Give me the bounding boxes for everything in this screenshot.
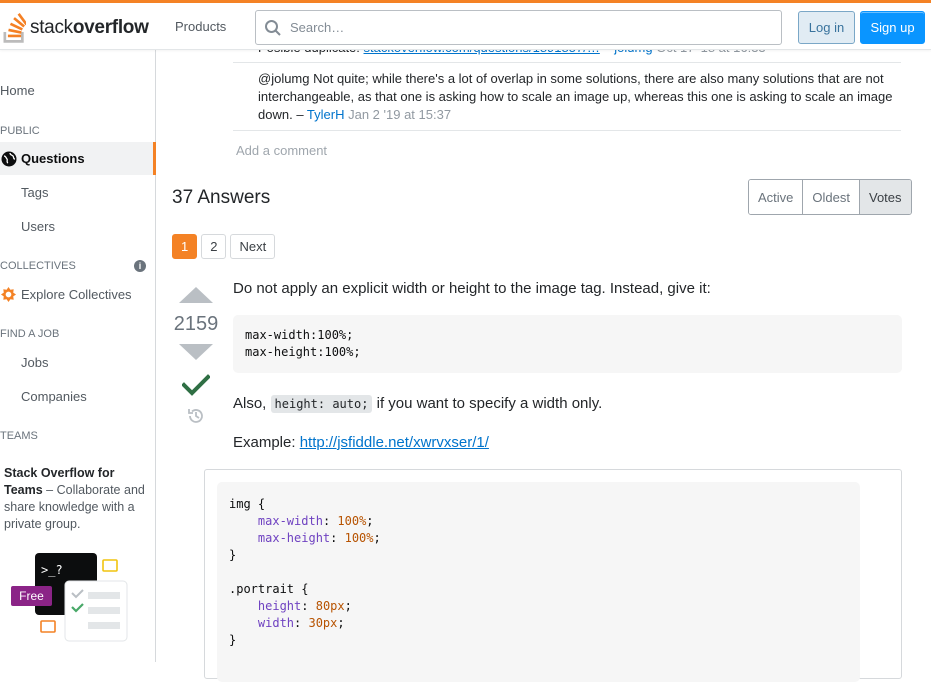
login-button[interactable]: Log in bbox=[798, 11, 855, 44]
collectives-icon bbox=[0, 286, 17, 303]
page-1[interactable]: 1 bbox=[172, 234, 198, 259]
comment-divider bbox=[233, 62, 901, 63]
vote-column: 2159 bbox=[172, 283, 220, 426]
info-icon[interactable]: i bbox=[134, 260, 146, 272]
nav-users[interactable]: Users bbox=[21, 219, 55, 234]
stackoverflow-logo-icon bbox=[3, 13, 26, 43]
top-bar: stackoverflow Products Log in Sign up bbox=[0, 0, 931, 50]
answers-count-heading: 37 Answers bbox=[172, 187, 271, 208]
code-line: max-height:100%; bbox=[245, 345, 361, 359]
comment-2-date: Jan 2 '19 at 15:37 bbox=[348, 107, 452, 122]
nav-section-public: PUBLIC bbox=[0, 125, 40, 137]
code-line: max-width:100%; bbox=[245, 328, 354, 342]
signup-button[interactable]: Sign up bbox=[860, 11, 925, 44]
add-comment-link[interactable]: Add a comment bbox=[236, 143, 327, 158]
page-2[interactable]: 2 bbox=[201, 234, 227, 259]
history-icon[interactable] bbox=[186, 406, 206, 426]
teams-promo-text: Stack Overflow for Teams – Collaborate a… bbox=[4, 465, 149, 533]
comment-2-author[interactable]: TylerH bbox=[307, 107, 345, 122]
nav-section-collectives: COLLECTIVES bbox=[0, 260, 76, 272]
sort-votes[interactable]: Votes bbox=[859, 180, 911, 214]
comment-2: @jolumg Not quite; while there's a lot o… bbox=[258, 71, 893, 122]
downvote-arrow-icon[interactable] bbox=[179, 344, 213, 360]
search-box[interactable] bbox=[255, 10, 782, 45]
main-content: Posible duplicate: stackoverflow.com/que… bbox=[156, 40, 931, 682]
free-badge: Free bbox=[19, 589, 44, 603]
logo-text: stackoverflow bbox=[30, 17, 149, 38]
terminal-prompt-text: >_? bbox=[41, 563, 63, 577]
sort-oldest[interactable]: Oldest bbox=[803, 180, 860, 214]
nav-explore-collectives[interactable]: Explore Collectives bbox=[0, 286, 132, 303]
products-menu[interactable]: Products bbox=[163, 11, 238, 42]
teams-illustration: >_? Free bbox=[11, 553, 128, 642]
nav-section-teams: TEAMS bbox=[0, 430, 38, 442]
nav-companies[interactable]: Companies bbox=[21, 389, 87, 404]
inline-code: height: auto; bbox=[270, 395, 373, 413]
code-snippet-container: img { max-width: 100%; max-height: 100%;… bbox=[204, 469, 902, 682]
upvote-arrow-icon[interactable] bbox=[179, 287, 213, 303]
answers-pager: 1 2 Next bbox=[172, 234, 276, 259]
answer-paragraph-3: Example: http://jsfiddle.net/xwrvxser/1/ bbox=[233, 434, 489, 451]
nav-questions-label: Questions bbox=[21, 151, 85, 166]
code-block-2: img { max-width: 100%; max-height: 100%;… bbox=[217, 482, 860, 682]
nav-section-find-job: FIND A JOB bbox=[0, 328, 60, 340]
search-icon bbox=[265, 19, 281, 36]
nav-jobs[interactable]: Jobs bbox=[21, 355, 48, 370]
left-sidebar: Home PUBLIC Questions Tags Users COLLECT… bbox=[0, 50, 156, 662]
site-logo[interactable]: stackoverflow bbox=[0, 9, 149, 47]
code-block-1: max-width:100%; max-height:100%; bbox=[233, 315, 902, 373]
nav-home[interactable]: Home bbox=[0, 83, 35, 98]
vote-count: 2159 bbox=[173, 313, 219, 335]
answer-sort-tabs: Active Oldest Votes bbox=[748, 179, 912, 215]
comment-divider bbox=[233, 130, 901, 131]
globe-icon bbox=[1, 151, 17, 166]
nav-tags[interactable]: Tags bbox=[21, 185, 48, 200]
nav-questions[interactable]: Questions bbox=[0, 142, 156, 175]
search-input[interactable] bbox=[290, 20, 760, 35]
answer-paragraph-2: Also, height: auto; if you want to speci… bbox=[233, 395, 603, 413]
answer-paragraph-1: Do not apply an explicit width or height… bbox=[233, 280, 711, 297]
sort-active[interactable]: Active bbox=[749, 180, 804, 214]
accepted-checkmark-icon bbox=[182, 374, 210, 396]
explore-collectives-label: Explore Collectives bbox=[21, 287, 132, 302]
jsfiddle-link[interactable]: http://jsfiddle.net/xwrvxser/1/ bbox=[300, 434, 489, 451]
page-next[interactable]: Next bbox=[230, 234, 276, 259]
